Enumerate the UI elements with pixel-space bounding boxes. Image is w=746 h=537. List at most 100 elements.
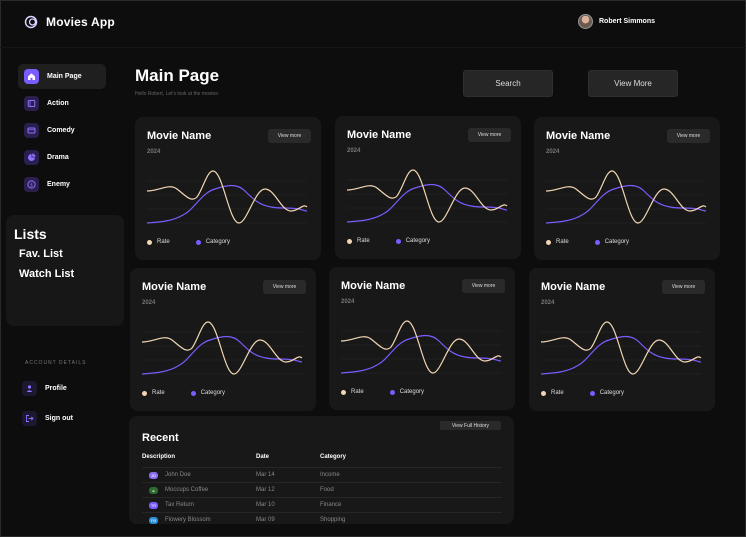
svg-text:$: $ xyxy=(30,182,33,188)
table-row[interactable]: TR Tax Return Mar 10 Finance xyxy=(142,497,502,512)
movie-name: Movie Name xyxy=(341,280,406,292)
movie-card[interactable]: Movie Name 2024 View more Rate Category xyxy=(534,117,720,260)
row-avatar-icon: FB xyxy=(149,517,158,524)
movie-name: Movie Name xyxy=(541,281,606,293)
legend-category: Category xyxy=(195,239,231,245)
rate-dot xyxy=(142,390,147,396)
legend-rate: Rate xyxy=(546,239,569,245)
sign-out-icon xyxy=(22,411,37,426)
sidebar-item-enemy[interactable]: $ Enemy xyxy=(18,172,106,197)
movie-chart xyxy=(142,321,303,375)
row-description: John Doe xyxy=(165,472,191,478)
movie-card[interactable]: Movie Name 2024 View more Rate Category xyxy=(329,267,515,410)
row-category: Shopping xyxy=(320,517,346,523)
category-line xyxy=(546,184,707,224)
view-more-card-button[interactable]: View more xyxy=(662,280,705,294)
category-line xyxy=(541,335,702,375)
row-date: Mar 10 xyxy=(256,502,275,508)
dollar-icon: $ xyxy=(24,177,39,192)
movie-name: Movie Name xyxy=(347,129,412,141)
row-date: Mar 09 xyxy=(256,517,275,523)
app-logo[interactable]: Movies App xyxy=(24,15,115,29)
legend-category-label: Category xyxy=(405,238,431,244)
category-dot xyxy=(594,239,600,245)
movie-chart xyxy=(546,170,707,224)
category-dot xyxy=(190,390,196,396)
row-category: Income xyxy=(320,472,340,478)
view-more-card-button[interactable]: View more xyxy=(468,128,511,142)
legend-rate: Rate xyxy=(541,390,564,396)
chart-legend: Rate Category xyxy=(341,389,450,395)
rate-line xyxy=(541,321,702,375)
rate-line xyxy=(142,321,303,375)
view-full-history-button[interactable]: View Full History xyxy=(440,421,501,430)
legend-rate: Rate xyxy=(142,390,165,396)
profile-link[interactable]: Profile xyxy=(22,381,67,396)
view-more-card-button[interactable]: View more xyxy=(667,129,710,143)
sign-out-label: Sign out xyxy=(45,415,73,422)
rate-dot xyxy=(546,239,551,245)
sidebar-item-label: Enemy xyxy=(47,181,70,188)
table-row[interactable]: ☕ Moccups Coffee Mar 12 Food xyxy=(142,482,502,497)
row-date: Mar 12 xyxy=(256,487,275,493)
legend-category-label: Category xyxy=(200,390,226,396)
search-button[interactable]: Search xyxy=(463,70,553,97)
legend-category-label: Category xyxy=(599,390,625,396)
legend-category-label: Category xyxy=(205,239,231,245)
row-description: Moccups Coffee xyxy=(165,487,209,493)
user-menu[interactable]: Robert Simmons xyxy=(578,14,655,29)
header-divider xyxy=(0,47,746,48)
page-subtitle: Hello Robert, Let's look at the movies: xyxy=(135,91,220,97)
user-icon xyxy=(22,381,37,396)
table-row[interactable]: JD John Doe Mar 14 Income xyxy=(142,467,502,482)
rate-dot xyxy=(541,390,546,396)
movie-card[interactable]: Movie Name 2024 View more Rate Category xyxy=(130,268,316,411)
row-description: Flowery Blossom xyxy=(165,517,211,523)
legend-rate-label: Rate xyxy=(152,390,165,396)
lists-title: Lists xyxy=(14,226,47,242)
sidebar-item-comedy[interactable]: Comedy xyxy=(18,118,106,143)
legend-rate: Rate xyxy=(341,389,364,395)
sidebar-item-action[interactable]: Action xyxy=(18,91,106,116)
category-dot xyxy=(589,390,595,396)
rate-line xyxy=(341,320,502,374)
profile-label: Profile xyxy=(45,385,67,392)
view-more-card-button[interactable]: View more xyxy=(268,129,311,143)
rate-dot xyxy=(147,239,152,245)
view-more-card-button[interactable]: View more xyxy=(263,280,306,294)
row-date: Mar 14 xyxy=(256,472,275,478)
movie-chart xyxy=(347,169,508,223)
movie-year: 2024 xyxy=(142,300,156,306)
user-name: Robert Simmons xyxy=(599,18,656,25)
lists-item-watch[interactable]: Watch List xyxy=(19,268,124,280)
column-header-description: Description xyxy=(142,454,176,460)
movie-year: 2024 xyxy=(347,148,361,154)
row-category: Finance xyxy=(320,502,342,508)
sidebar-item-drama[interactable]: Drama xyxy=(18,145,106,170)
category-dot xyxy=(195,239,201,245)
account-details-heading: ACCOUNT DETAILS xyxy=(25,360,87,366)
app-title: Movies App xyxy=(46,15,115,29)
row-avatar-icon: TR xyxy=(149,502,158,509)
sidebar-item-main-page[interactable]: Main Page xyxy=(18,64,106,89)
movie-card[interactable]: Movie Name 2024 View more Rate Category xyxy=(335,116,521,259)
rate-line xyxy=(546,170,707,224)
sidebar-nav: Main Page Action Comedy Drama $ Enemy xyxy=(18,64,106,199)
pie-icon xyxy=(24,150,39,165)
sign-out-link[interactable]: Sign out xyxy=(22,411,73,426)
table-row[interactable]: FB Flowery Blossom Mar 09 Shopping xyxy=(142,512,502,524)
movie-year: 2024 xyxy=(546,149,560,155)
legend-rate-label: Rate xyxy=(556,239,569,245)
home-icon xyxy=(24,69,39,84)
movie-year: 2024 xyxy=(541,300,555,306)
view-more-button[interactable]: View More xyxy=(588,70,678,97)
movie-card[interactable]: Movie Name 2024 View more Rate Category xyxy=(135,117,321,260)
lists-item-fav[interactable]: Fav. List xyxy=(19,248,124,260)
recent-title: Recent xyxy=(142,432,179,444)
movie-card[interactable]: Movie Name 2024 View more Rate Category xyxy=(529,268,715,411)
category-line xyxy=(347,183,508,223)
view-more-card-button[interactable]: View more xyxy=(462,279,505,293)
column-header-date: Date xyxy=(256,454,270,460)
chart-legend: Rate Category xyxy=(147,239,256,245)
logo-icon xyxy=(24,15,38,29)
